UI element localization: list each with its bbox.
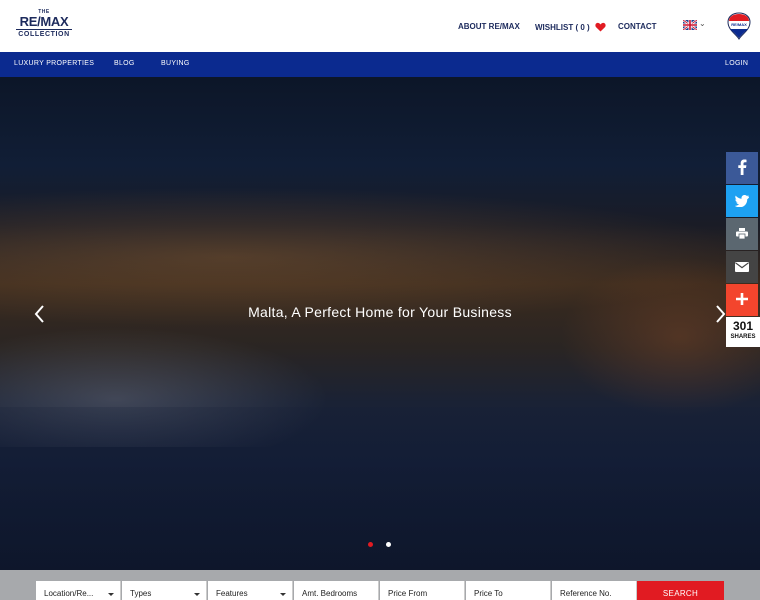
wishlist-label: WISHLIST ( 0 ) — [535, 23, 590, 32]
remax-collection-logo[interactable]: THE RE/MAX COLLECTION — [14, 10, 74, 40]
features-select[interactable]: Features — [208, 581, 293, 600]
share-count: 301 SHARES — [726, 317, 760, 347]
about-remax-link[interactable]: ABOUT RE/MAX — [458, 22, 520, 31]
hero-slider: Malta, A Perfect Home for Your Business — [0, 77, 760, 570]
chevron-left-icon[interactable] — [32, 302, 48, 326]
svg-text:RE/MAX: RE/MAX — [731, 22, 747, 27]
logo-brand: RE/MAX — [19, 14, 69, 29]
slide-dot-2[interactable] — [386, 542, 391, 547]
caret-down-icon — [108, 593, 114, 596]
share-bar: 301 SHARES — [726, 152, 760, 347]
twitter-share-button[interactable] — [726, 185, 758, 217]
bedrooms-input[interactable]: Amt. Bedrooms — [294, 581, 379, 600]
price-from-input[interactable]: Price From — [380, 581, 465, 600]
facebook-icon — [738, 159, 747, 175]
bedrooms-placeholder: Amt. Bedrooms — [302, 589, 358, 598]
slide-dot-1[interactable] — [368, 542, 373, 547]
wishlist-link[interactable]: WISHLIST ( 0 ) — [535, 22, 606, 32]
share-count-label: SHARES — [730, 334, 756, 340]
types-select[interactable]: Types — [122, 581, 207, 600]
features-select-label: Features — [216, 589, 248, 598]
price-from-placeholder: Price From — [388, 589, 428, 598]
location-select-label: Location/Re... — [44, 589, 94, 598]
nav-buying[interactable]: BUYING — [161, 60, 190, 67]
language-chevron-down-icon[interactable]: ⌄ — [699, 19, 706, 28]
caret-down-icon — [194, 593, 200, 596]
price-to-input[interactable]: Price To — [466, 581, 551, 600]
nav-blog[interactable]: BLOG — [114, 60, 135, 67]
price-to-placeholder: Price To — [474, 589, 503, 598]
more-share-button[interactable] — [726, 284, 758, 316]
contact-link[interactable]: CONTACT — [618, 22, 657, 31]
logo-rule — [16, 29, 72, 30]
share-count-number: 301 — [732, 319, 754, 333]
caret-down-icon — [280, 593, 286, 596]
email-share-button[interactable] — [726, 251, 758, 283]
remax-balloon-icon[interactable]: RE/MAX — [727, 12, 751, 40]
nav-luxury-properties[interactable]: LUXURY PROPERTIES — [14, 60, 94, 67]
facebook-share-button[interactable] — [726, 152, 758, 184]
uk-flag-icon[interactable] — [683, 20, 697, 30]
nav-login[interactable]: LOGIN — [725, 60, 748, 67]
envelope-icon — [735, 262, 749, 272]
types-select-label: Types — [130, 589, 152, 598]
top-header: THE RE/MAX COLLECTION ABOUT RE/MAX WISHL… — [0, 0, 760, 52]
search-button[interactable]: SEARCH — [637, 581, 724, 600]
plus-icon — [736, 293, 748, 305]
print-share-button[interactable] — [726, 218, 758, 250]
logo-collection: COLLECTION — [18, 31, 70, 38]
reference-input[interactable]: Reference No. — [552, 581, 637, 600]
main-navbar: LUXURY PROPERTIES BLOG BUYING LOGIN — [0, 52, 760, 77]
property-search-bar: Location/Re... Types Features Amt. Bedro… — [0, 570, 760, 600]
location-select[interactable]: Location/Re... — [36, 581, 121, 600]
reference-placeholder: Reference No. — [560, 589, 612, 598]
heart-icon — [595, 22, 606, 32]
hero-caption: Malta, A Perfect Home for Your Business — [248, 304, 512, 320]
twitter-icon — [734, 195, 749, 208]
printer-icon — [736, 228, 748, 240]
hero-harbour-water — [0, 407, 760, 570]
